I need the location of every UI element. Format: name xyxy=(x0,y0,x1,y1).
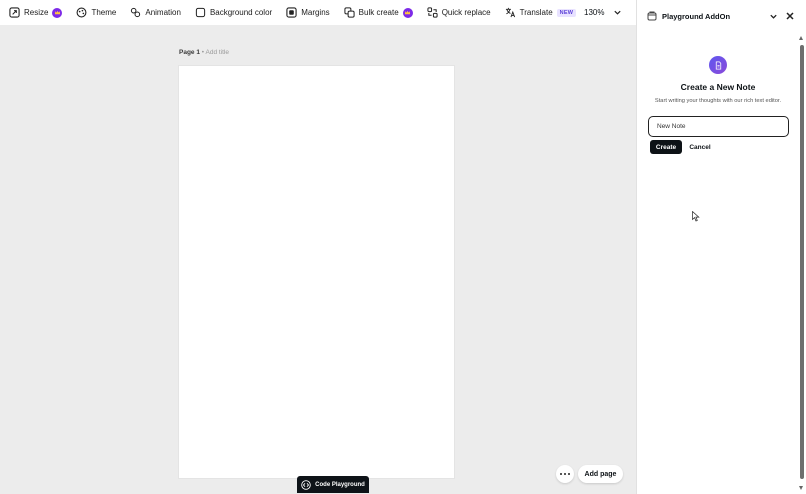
cancel-button[interactable]: Cancel xyxy=(685,140,715,154)
margins-label: Margins xyxy=(301,8,330,17)
chevron-down-icon xyxy=(614,10,622,15)
background-color-button[interactable]: Background color xyxy=(195,0,272,25)
app-icon xyxy=(647,11,657,21)
add-page-button[interactable]: Add page xyxy=(578,465,623,483)
design-canvas: Page 1 • Add title xyxy=(0,25,636,494)
resize-button[interactable]: Resize xyxy=(9,0,63,25)
close-icon[interactable] xyxy=(785,11,795,21)
create-note-heading: Create a New Note xyxy=(680,82,756,92)
translate-button[interactable]: Translate NEW xyxy=(505,0,577,25)
panel-header: Playground AddOn xyxy=(637,0,806,32)
zoom-dropdown[interactable]: 130% xyxy=(584,0,622,25)
quick-replace-label: Quick replace xyxy=(441,8,491,17)
scroll-up-arrow-icon[interactable] xyxy=(799,36,803,40)
resize-icon xyxy=(9,7,20,18)
add-title-placeholder[interactable]: • Add title xyxy=(200,49,229,56)
zoom-level: 130% xyxy=(584,8,605,17)
background-color-label: Background color xyxy=(209,8,273,17)
addon-side-panel: Playground AddOn Create a New Note Start… xyxy=(636,0,806,494)
animation-label: Animation xyxy=(145,8,181,17)
translate-label: Translate xyxy=(519,8,553,17)
panel-scrollbar[interactable] xyxy=(798,36,805,494)
margins-button[interactable]: Margins xyxy=(286,0,330,25)
note-title-input[interactable] xyxy=(648,116,789,137)
bulk-create-icon xyxy=(344,7,355,18)
design-page[interactable] xyxy=(179,66,454,478)
palette-icon xyxy=(77,7,87,18)
crown-icon xyxy=(402,7,413,18)
quick-replace-icon xyxy=(427,7,438,18)
chevron-down-icon[interactable] xyxy=(769,12,778,21)
theme-button[interactable]: Theme xyxy=(76,0,116,25)
more-options-button[interactable] xyxy=(556,465,574,483)
page-label[interactable]: Page 1 • Add title xyxy=(179,49,229,56)
code-playground-label: Code Playground xyxy=(315,481,365,488)
animation-icon xyxy=(131,7,141,18)
page-number: Page 1 xyxy=(179,49,200,56)
translate-icon xyxy=(505,7,515,18)
animation-button[interactable]: Animation xyxy=(130,0,181,25)
margins-icon xyxy=(286,7,297,18)
note-icon xyxy=(709,56,727,74)
code-icon xyxy=(301,479,311,490)
code-playground-tab[interactable]: Code Playground xyxy=(297,476,369,493)
scroll-down-arrow-icon[interactable] xyxy=(799,486,803,490)
background-color-icon xyxy=(195,7,206,18)
scroll-thumb[interactable] xyxy=(799,45,804,479)
more-dots-icon xyxy=(559,472,563,476)
crown-icon xyxy=(52,7,63,18)
create-button[interactable]: Create xyxy=(650,140,682,154)
mouse-cursor-icon xyxy=(692,211,700,222)
editor-toolbar: Resize Theme Animation Background color … xyxy=(0,0,636,25)
panel-title: Playground AddOn xyxy=(662,12,731,21)
bulk-create-button[interactable]: Bulk create xyxy=(344,0,413,25)
new-badge: NEW xyxy=(556,8,577,17)
quick-replace-button[interactable]: Quick replace xyxy=(427,0,491,25)
create-note-subtext: Start writing your thoughts with our ric… xyxy=(654,98,782,104)
resize-label: Resize xyxy=(24,8,49,17)
theme-label: Theme xyxy=(91,8,117,17)
bulk-create-label: Bulk create xyxy=(358,8,399,17)
